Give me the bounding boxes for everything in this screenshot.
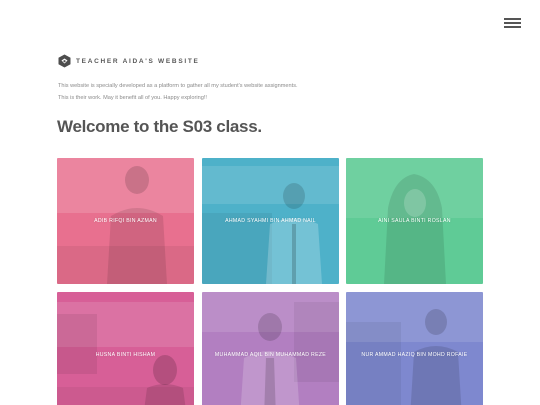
student-photo: [202, 292, 339, 405]
student-tile[interactable]: HUSNA BINTI HISHAM: [57, 292, 194, 405]
student-tile[interactable]: MUHAMMAD AQIL BIN MUHAMMAD REZE: [202, 292, 339, 405]
student-name: HUSNA BINTI HISHAM: [95, 352, 156, 358]
student-photo: [57, 292, 194, 405]
student-photo: [346, 292, 483, 405]
student-tile[interactable]: AHMAD SYAHMI BIN AHMAD NAIL: [202, 158, 339, 284]
student-tile[interactable]: ADIB RIFQI BIN AZMAN: [57, 158, 194, 284]
student-tile[interactable]: AINI SAULA BINTI ROSLAN: [346, 158, 483, 284]
student-grid: ADIB RIFQI BIN AZMAN AHMAD SYAHMI BIN AH…: [57, 158, 483, 405]
intro-text: This website is specially developed as a…: [58, 80, 358, 104]
student-name: AINI SAULA BINTI ROSLAN: [378, 218, 451, 224]
site-logo-link[interactable]: TEACHER AIDA'S WEBSITE: [58, 54, 200, 68]
hexagon-logo-icon: [58, 54, 71, 68]
page-title: Welcome to the S03 class.: [57, 117, 262, 136]
student-name: MUHAMMAD AQIL BIN MUHAMMAD REZE: [214, 352, 327, 358]
intro-line: This is their work. May it benefit all o…: [58, 95, 207, 101]
student-name: AHMAD SYAHMI BIN AHMAD NAIL: [225, 218, 316, 224]
student-name: ADIB RIFQI BIN AZMAN: [94, 218, 157, 224]
student-name: NUR AMMAD HAZIQ BIN MOHD ROFAIE: [361, 352, 468, 358]
logo-text: TEACHER AIDA'S WEBSITE: [76, 57, 200, 65]
student-tile[interactable]: NUR AMMAD HAZIQ BIN MOHD ROFAIE: [346, 292, 483, 405]
intro-line: This website is specially developed as a…: [58, 83, 298, 89]
menu-button[interactable]: [504, 17, 521, 29]
hamburger-menu-icon: [504, 18, 521, 20]
